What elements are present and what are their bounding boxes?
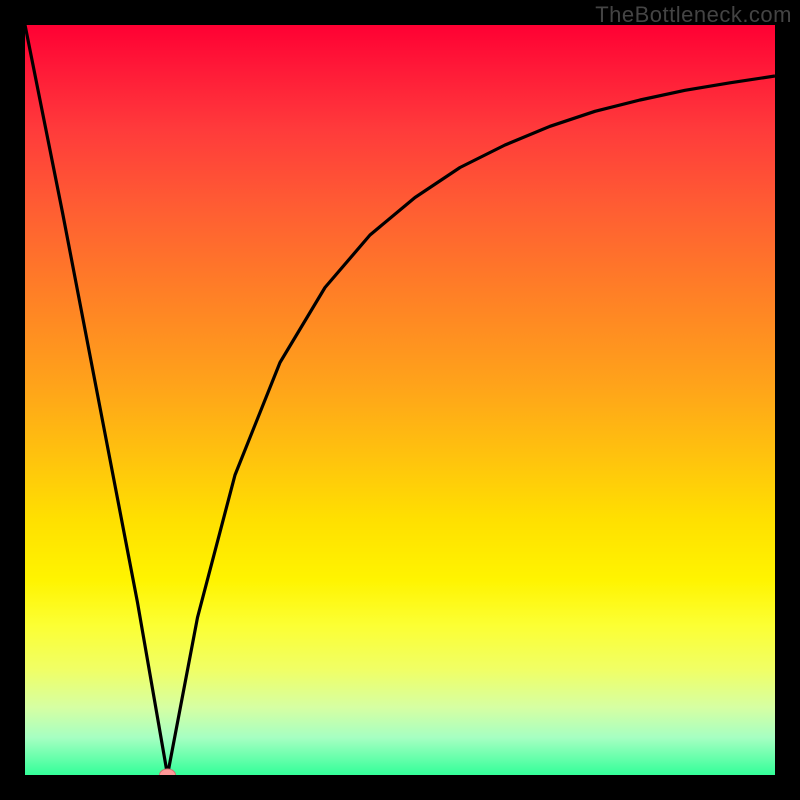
watermark-text: TheBottleneck.com (595, 2, 792, 28)
optimum-marker (160, 769, 176, 775)
chart-frame: TheBottleneck.com (0, 0, 800, 800)
chart-svg (25, 25, 775, 775)
bottleneck-curve (25, 25, 775, 775)
